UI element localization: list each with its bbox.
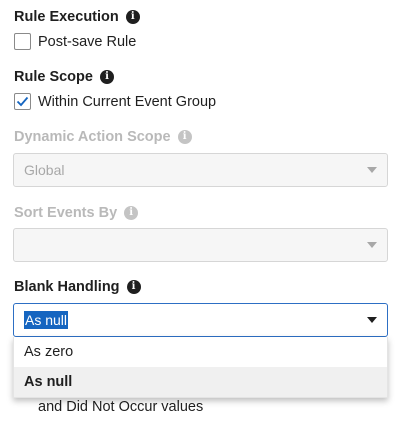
dynamic-action-scope-select: Global bbox=[13, 153, 388, 187]
within-event-group-label: Within Current Event Group bbox=[38, 93, 217, 110]
within-event-group-option[interactable]: Within Current Event Group bbox=[14, 93, 216, 110]
partial-description-text: and Did Not Occur values bbox=[38, 399, 204, 415]
sort-events-by-select bbox=[13, 228, 388, 262]
chevron-down-icon[interactable] bbox=[367, 317, 377, 323]
blank-handling-header: Blank Handling i bbox=[14, 279, 141, 295]
info-icon[interactable]: i bbox=[126, 280, 141, 294]
rule-execution-header: Rule Execution i bbox=[14, 9, 140, 25]
blank-handling-title: Blank Handling bbox=[14, 279, 120, 295]
blank-handling-value: As null bbox=[24, 311, 69, 329]
dynamic-action-scope-header: Dynamic Action Scope i bbox=[14, 129, 192, 145]
sort-events-by-header: Sort Events By i bbox=[14, 205, 139, 221]
chevron-down-icon bbox=[367, 167, 377, 173]
info-icon[interactable]: i bbox=[99, 70, 114, 84]
blank-handling-dropdown: As zero As null bbox=[13, 337, 388, 398]
dynamic-action-scope-value: Global bbox=[24, 162, 65, 178]
dynamic-action-scope-title: Dynamic Action Scope bbox=[14, 129, 171, 145]
chevron-down-icon bbox=[367, 242, 377, 248]
dropdown-option-as-null[interactable]: As null bbox=[14, 367, 387, 397]
info-icon[interactable]: i bbox=[125, 10, 140, 24]
blank-handling-select[interactable]: As null bbox=[13, 303, 388, 337]
post-save-rule-option[interactable]: Post-save Rule bbox=[14, 33, 136, 50]
rule-scope-header: Rule Scope i bbox=[14, 69, 114, 85]
checkmark-icon bbox=[16, 96, 29, 107]
post-save-rule-label: Post-save Rule bbox=[38, 33, 137, 50]
rule-execution-title: Rule Execution bbox=[14, 9, 119, 25]
post-save-rule-checkbox[interactable] bbox=[14, 33, 31, 50]
dropdown-option-as-zero[interactable]: As zero bbox=[14, 337, 387, 367]
within-event-group-checkbox[interactable] bbox=[14, 93, 31, 110]
info-icon: i bbox=[124, 206, 139, 220]
sort-events-by-title: Sort Events By bbox=[14, 205, 118, 221]
rule-scope-title: Rule Scope bbox=[14, 69, 93, 85]
info-icon: i bbox=[177, 130, 192, 144]
